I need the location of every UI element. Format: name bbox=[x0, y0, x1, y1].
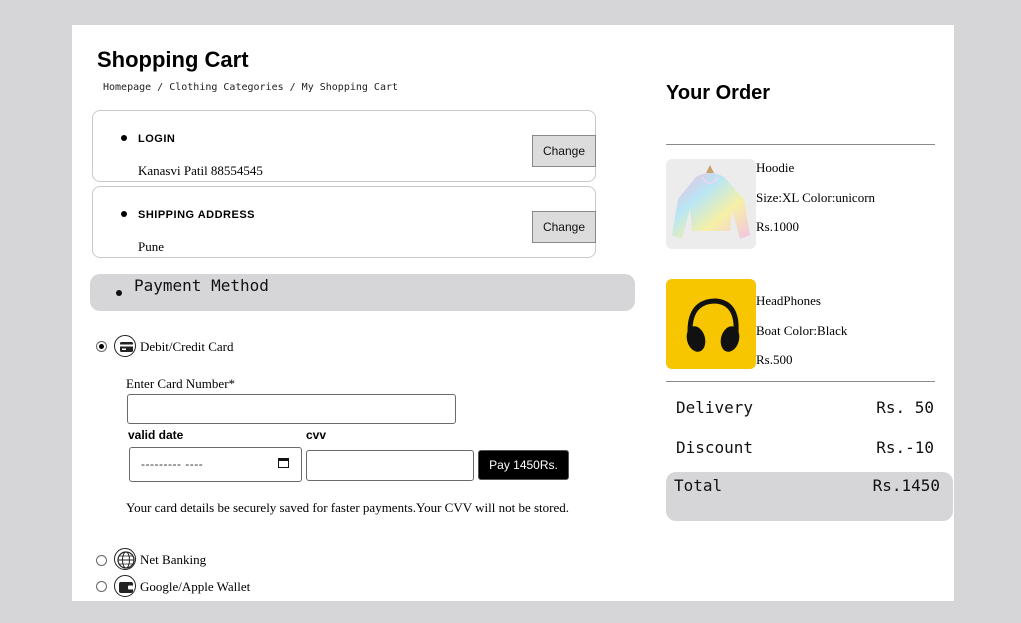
radio-wallet[interactable] bbox=[96, 581, 107, 592]
product-details: Boat Color:Black bbox=[756, 323, 848, 338]
card-security-note: Your card details be securely saved for … bbox=[126, 500, 570, 515]
wallet-icon bbox=[114, 575, 136, 597]
breadcrumb: Homepage / Clothing Categories / My Shop… bbox=[103, 82, 399, 93]
shipping-heading: SHIPPING ADDRESS bbox=[138, 209, 256, 221]
cart-panel: Shopping Cart Homepage / Clothing Catego… bbox=[72, 25, 954, 601]
change-shipping-button[interactable]: Change bbox=[532, 211, 596, 243]
bullet-icon bbox=[121, 211, 127, 217]
payment-option-label: Net Banking bbox=[140, 552, 207, 567]
discount-value: Rs.-10 bbox=[876, 438, 934, 457]
payment-option-label: Debit/Credit Card bbox=[140, 339, 234, 354]
cvv-label: cvv bbox=[306, 428, 327, 442]
credit-card-icon bbox=[114, 335, 136, 357]
total-label: Total bbox=[674, 476, 723, 495]
globe-icon bbox=[114, 548, 136, 570]
product-price: Rs.500 bbox=[756, 352, 793, 367]
valid-date-placeholder: --------- ---- bbox=[141, 457, 204, 471]
radio-net-banking[interactable] bbox=[96, 555, 107, 566]
card-number-label: Enter Card Number* bbox=[126, 376, 236, 391]
divider bbox=[666, 381, 935, 382]
product-name: HeadPhones bbox=[756, 293, 821, 308]
page-title: Shopping Cart bbox=[97, 47, 249, 72]
valid-date-label: valid date bbox=[128, 428, 184, 442]
shipping-section: SHIPPING ADDRESS Pune Change bbox=[92, 186, 596, 258]
calendar-icon[interactable] bbox=[278, 457, 289, 468]
login-value: Kanasvi Patil 88554545 bbox=[138, 163, 263, 178]
login-section: LOGIN Kanasvi Patil 88554545 Change bbox=[92, 110, 596, 182]
cvv-input[interactable] bbox=[306, 450, 474, 481]
payment-option-label: Google/Apple Wallet bbox=[140, 579, 251, 594]
radio-debit-credit-card[interactable] bbox=[96, 341, 107, 352]
discount-label: Discount bbox=[676, 438, 754, 457]
delivery-value: Rs. 50 bbox=[876, 398, 934, 417]
product-price: Rs.1000 bbox=[756, 219, 799, 234]
product-name: Hoodie bbox=[756, 160, 795, 175]
bullet-icon bbox=[116, 290, 122, 296]
order-title: Your Order bbox=[666, 82, 771, 104]
divider bbox=[666, 144, 935, 145]
change-login-button[interactable]: Change bbox=[532, 135, 596, 167]
headphones-image bbox=[666, 279, 756, 369]
valid-date-input[interactable]: --------- ---- bbox=[129, 447, 302, 482]
card-number-input[interactable] bbox=[127, 394, 456, 424]
payment-method-heading: Payment Method bbox=[134, 276, 269, 295]
shipping-value: Pune bbox=[138, 239, 164, 254]
total-value: Rs.1450 bbox=[872, 476, 940, 495]
bullet-icon bbox=[121, 135, 127, 141]
login-heading: LOGIN bbox=[138, 133, 176, 145]
delivery-label: Delivery bbox=[676, 398, 754, 417]
product-details: Size:XL Color:unicorn bbox=[756, 190, 876, 205]
pay-button[interactable]: Pay 1450Rs. bbox=[478, 450, 569, 480]
hoodie-image bbox=[666, 159, 756, 249]
payment-method-header: Payment Method bbox=[90, 274, 635, 311]
total-row: Total Rs.1450 bbox=[666, 472, 953, 521]
